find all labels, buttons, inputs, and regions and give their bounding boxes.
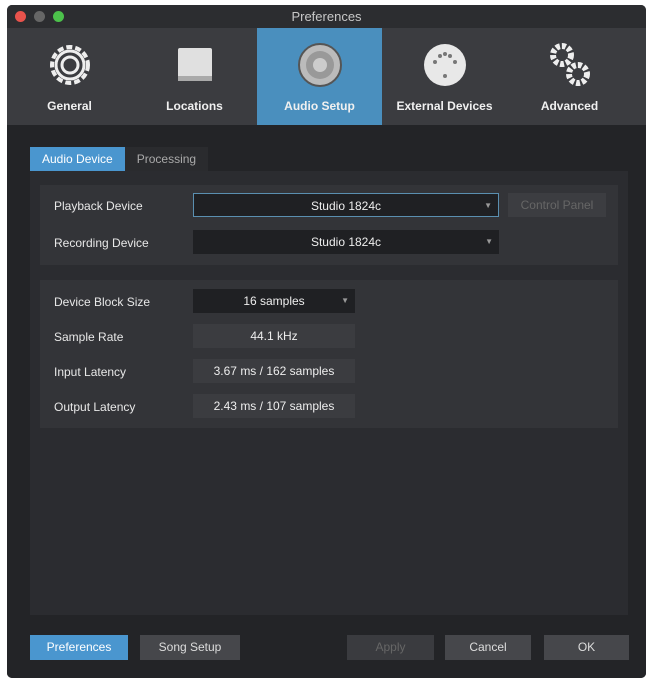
block-size-select[interactable]: 16 samples ▼ bbox=[193, 289, 355, 313]
chevron-down-icon: ▼ bbox=[484, 201, 492, 210]
drive-icon bbox=[177, 48, 212, 81]
close-button[interactable] bbox=[15, 11, 26, 22]
window-title: Preferences bbox=[291, 9, 362, 24]
chevron-down-icon: ▼ bbox=[341, 296, 349, 305]
toolbar-label: Audio Setup bbox=[284, 99, 355, 113]
toolbar-general[interactable]: General bbox=[7, 28, 132, 125]
control-panel-button[interactable]: Control Panel bbox=[508, 193, 606, 217]
settings-section: Device Block Size 16 samples ▼ Sample Rat… bbox=[40, 280, 618, 428]
block-size-value: 16 samples bbox=[243, 294, 305, 308]
ok-button[interactable]: OK bbox=[544, 635, 629, 660]
gears-icon bbox=[549, 43, 590, 86]
output-latency-value: 2.43 ms / 107 samples bbox=[193, 394, 355, 418]
title-bar: Preferences bbox=[7, 5, 646, 28]
playback-device-value: Studio 1824c bbox=[310, 199, 382, 213]
content-area: Audio Device Processing Playback Device … bbox=[7, 125, 646, 678]
sample-rate-label: Sample Rate bbox=[54, 330, 124, 344]
playback-device-select[interactable]: Studio 1824c ▼ bbox=[193, 193, 499, 217]
recording-device-label: Recording Device bbox=[54, 236, 149, 250]
tab-processing[interactable]: Processing bbox=[124, 147, 209, 171]
gear-refresh-icon bbox=[49, 45, 90, 85]
minimize-button[interactable] bbox=[34, 11, 45, 22]
toolbar-locations[interactable]: Locations bbox=[132, 28, 257, 125]
recording-device-select[interactable]: Studio 1824c ▼ bbox=[193, 230, 499, 254]
toolbar-advanced[interactable]: Advanced bbox=[507, 28, 632, 125]
chevron-down-icon: ▼ bbox=[485, 237, 493, 246]
playback-device-label: Playback Device bbox=[54, 199, 143, 213]
sample-rate-value: 44.1 kHz bbox=[193, 324, 355, 348]
block-size-label: Device Block Size bbox=[54, 295, 151, 309]
preferences-window: Preferences General Locations Audio Setu… bbox=[7, 5, 646, 678]
toolbar-audio-setup[interactable]: Audio Setup bbox=[257, 28, 382, 125]
toolbar-label: External Devices bbox=[396, 99, 493, 113]
speaker-icon bbox=[297, 43, 342, 87]
tab-audio-device[interactable]: Audio Device bbox=[30, 147, 125, 171]
cancel-button[interactable]: Cancel bbox=[445, 635, 531, 660]
toolbar-label: Locations bbox=[166, 99, 223, 113]
category-toolbar: General Locations Audio Setup External D… bbox=[7, 28, 646, 125]
midi-port-icon bbox=[423, 44, 466, 86]
input-latency-label: Input Latency bbox=[54, 365, 127, 379]
toolbar-label: General bbox=[47, 99, 92, 113]
toolbar-label: Advanced bbox=[540, 99, 599, 113]
apply-button[interactable]: Apply bbox=[347, 635, 434, 660]
device-section: Playback Device Studio 1824c ▼ Control Pa… bbox=[40, 185, 618, 265]
recording-device-value: Studio 1824c bbox=[310, 235, 382, 249]
song-setup-button[interactable]: Song Setup bbox=[140, 635, 240, 660]
output-latency-label: Output Latency bbox=[54, 400, 136, 414]
zoom-button[interactable] bbox=[53, 11, 64, 22]
audio-device-panel: Playback Device Studio 1824c ▼ Control Pa… bbox=[30, 171, 628, 615]
toolbar-external-devices[interactable]: External Devices bbox=[382, 28, 507, 125]
preferences-button[interactable]: Preferences bbox=[30, 635, 128, 660]
input-latency-value: 3.67 ms / 162 samples bbox=[193, 359, 355, 383]
